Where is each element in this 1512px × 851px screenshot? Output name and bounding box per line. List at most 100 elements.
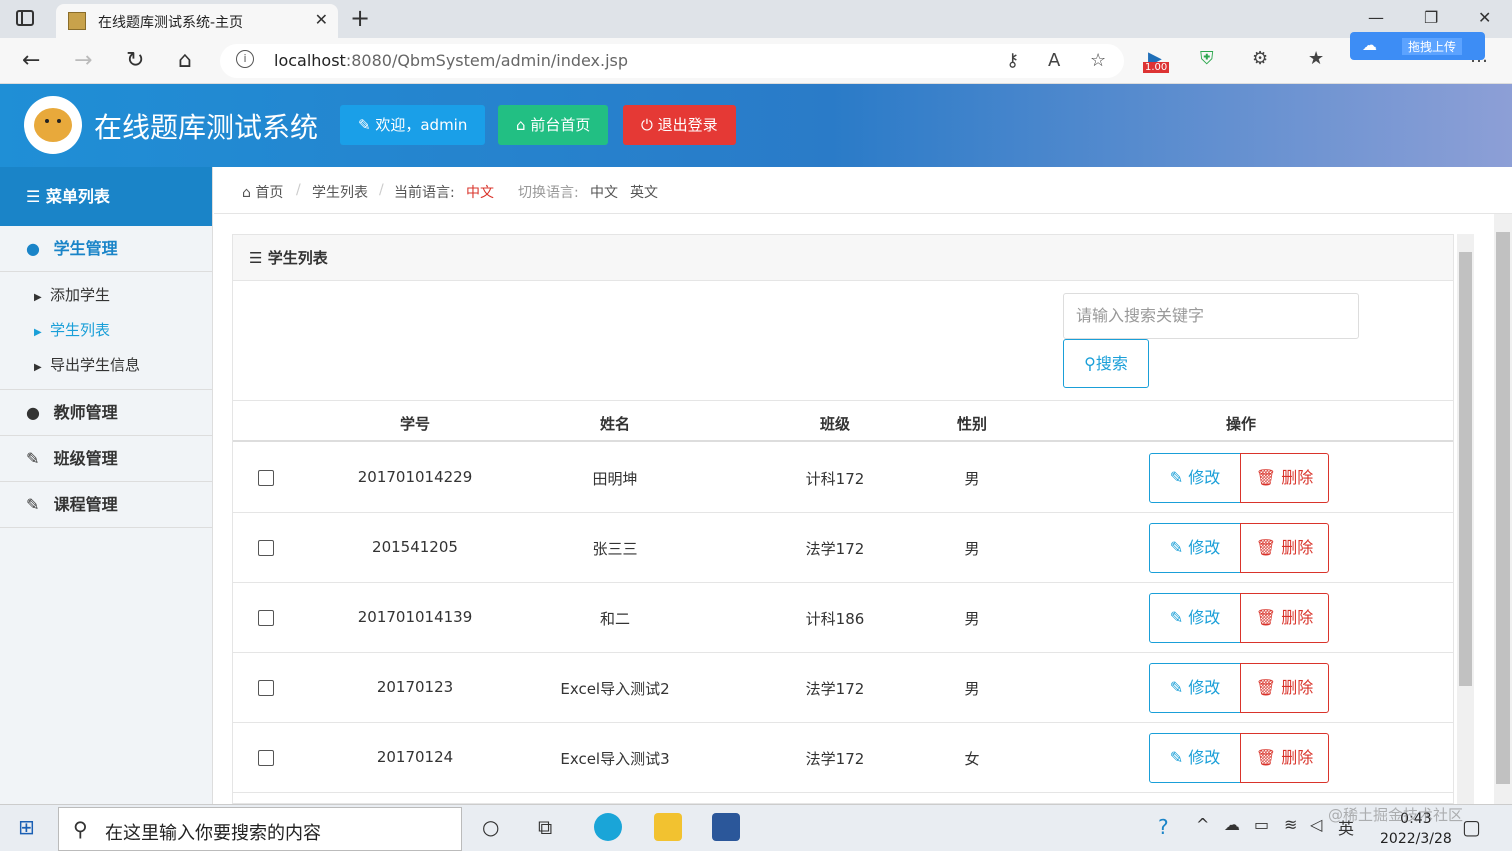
delete-button[interactable]: 🗑 删除 [1240,733,1329,783]
row-checkbox[interactable] [258,470,274,486]
tab-actions-icon[interactable] [16,10,34,26]
edit-button[interactable]: ✎ 修改 [1149,453,1241,503]
edit-button[interactable]: ✎ 修改 [1149,733,1241,783]
edit-label: 修改 [1188,678,1221,697]
refresh-icon[interactable]: ↻ [126,48,144,73]
sidebar-group-classes[interactable]: ✎ 班级管理 [0,436,212,482]
taskbar-search[interactable]: ⚲ 在这里输入你要搜索的内容 [58,807,462,851]
page-scrollbar-thumb[interactable] [1496,232,1510,784]
back-icon[interactable]: ← [22,48,40,73]
key-icon[interactable]: ⚷ [1006,50,1019,71]
notifications-icon[interactable]: ▢ [1462,815,1481,839]
edit-button[interactable]: ✎ 修改 [1149,663,1241,713]
sidebar-item-label: 学生列表 [50,321,111,339]
user-icon: ● [26,403,40,422]
row-checkbox[interactable] [258,750,274,766]
breadcrumb-home[interactable]: ⌂ 首页 [242,182,283,202]
watermark: @稀土掘金技术社区 [1328,806,1464,824]
sidebar-group-teachers[interactable]: ● 教师管理 [0,390,212,436]
site-info-icon[interactable]: i [236,50,254,68]
logout-button[interactable]: ⏻ 退出登录 [623,105,736,145]
delete-button[interactable]: 🗑 删除 [1240,523,1329,573]
trash-icon: 🗑 [1255,538,1277,557]
edit-button[interactable]: ✎ 修改 [1149,593,1241,643]
logout-label: 退出登录 [657,116,718,134]
trash-icon: 🗑 [1255,748,1277,767]
task-view-icon[interactable]: ⧉ [538,815,552,839]
breadcrumb: ⌂ 首页 / 学生列表 / 当前语言: 中文 切换语言: 中文 英文 [214,167,1512,214]
sidebar-group-students[interactable]: ● 学生管理 [0,226,212,272]
delete-button[interactable]: 🗑 删除 [1240,453,1329,503]
cell-gender: 男 [964,610,980,628]
switch-language-en[interactable]: 英文 [630,182,658,202]
shield-icon[interactable]: ⛨ [1200,48,1214,69]
delete-button[interactable]: 🗑 删除 [1240,593,1329,643]
welcome-button[interactable]: ✎ 欢迎，admin [340,105,486,145]
row-checkbox[interactable] [258,540,274,556]
wifi-icon[interactable]: ≋ [1284,815,1297,834]
table-row: 201541205 张三三 法学172 男 ✎ 修改 🗑 删除 [233,513,1453,583]
battery-icon[interactable]: ▭ [1254,815,1269,834]
sidebar-group-label: 课程管理 [53,495,118,514]
power-icon: ⏻ [641,116,653,134]
delete-button[interactable]: 🗑 删除 [1240,663,1329,713]
cortana-icon[interactable]: ○ [482,815,499,839]
panel-scrollbar-thumb[interactable] [1459,252,1472,686]
sidebar-group-courses[interactable]: ✎ 课程管理 [0,482,212,528]
browser-tab[interactable]: 在线题库测试系统-主页 ✕ [56,4,338,38]
column-header: 班级 [819,415,851,433]
column-header: 姓名 [599,415,631,433]
caret-right-icon: ▶ [34,362,42,373]
edge-icon[interactable] [594,813,622,841]
volume-icon[interactable]: ◁ [1310,815,1322,834]
search-input[interactable]: 请输入搜索关键字 [1063,293,1359,339]
cloud-upload-button[interactable]: ☁ 拖拽上传 [1350,32,1485,60]
edit-label: 修改 [1188,538,1221,557]
window-close-icon[interactable]: ✕ [1478,8,1491,27]
cell-name: 张三三 [592,540,638,558]
tab-close-icon[interactable]: ✕ [315,10,328,29]
cloud-upload-label: 拖拽上传 [1402,38,1463,55]
sidebar-group-label: 班级管理 [53,449,118,468]
switch-language-zh[interactable]: 中文 [590,182,618,202]
caret-right-icon: ▶ [34,327,42,338]
favorite-add-icon[interactable]: ☆ [1090,50,1106,71]
list-icon: ☰ [26,187,41,206]
user-icon: ● [26,239,40,258]
app-title: 在线题库测试系统 [94,111,319,144]
sidebar-item-student-list[interactable]: ▶ 学生列表 [0,313,212,348]
front-home-button[interactable]: ⌂ 前台首页 [498,105,609,145]
wrench-icon: ✎ [358,116,371,134]
cell-id: 201541205 [372,538,458,556]
address-bar[interactable]: i localhost:8080/QbmSystem/admin/index.j… [220,44,1124,78]
sidebar-item-add-student[interactable]: ▶ 添加学生 [0,278,212,313]
file-explorer-icon[interactable] [654,813,682,841]
column-header: 操作 [1225,415,1257,433]
cell-name: 和二 [599,610,631,628]
tab-title: 在线题库测试系统-主页 [98,15,244,31]
extensions-icon[interactable]: ⚙ [1252,48,1268,69]
windows-taskbar: ⊞ ⚲ 在这里输入你要搜索的内容 ○ ⧉ ? ^ ☁ ▭ ≋ ◁ 英 0:43 … [0,804,1512,851]
help-icon[interactable]: ? [1158,815,1169,839]
show-hidden-icons-icon[interactable]: ^ [1196,815,1209,834]
row-checkbox[interactable] [258,680,274,696]
search-button[interactable]: ⚲搜索 [1063,339,1149,388]
onedrive-icon[interactable]: ☁ [1224,815,1240,834]
breadcrumb-current: 学生列表 [312,185,368,201]
trash-icon: 🗑 [1255,468,1277,487]
row-checkbox[interactable] [258,610,274,626]
maximize-icon[interactable]: ❐ [1424,8,1438,27]
favorites-icon[interactable]: ★ [1308,48,1324,69]
app-logo [24,96,82,154]
new-tab-button[interactable]: + [350,4,370,32]
word-icon[interactable] [712,813,740,841]
cell-name: Excel导入测试2 [560,680,670,698]
minimize-icon[interactable]: — [1368,8,1384,27]
windows-start-icon[interactable]: ⊞ [18,815,35,839]
sidebar-item-export-students[interactable]: ▶ 导出学生信息 [0,348,212,383]
home-icon[interactable]: ⌂ [178,48,192,73]
cell-id: 20170123 [376,678,454,696]
read-aloud-icon[interactable]: A [1048,50,1060,71]
forward-icon[interactable]: → [74,48,92,73]
edit-button[interactable]: ✎ 修改 [1149,523,1241,573]
